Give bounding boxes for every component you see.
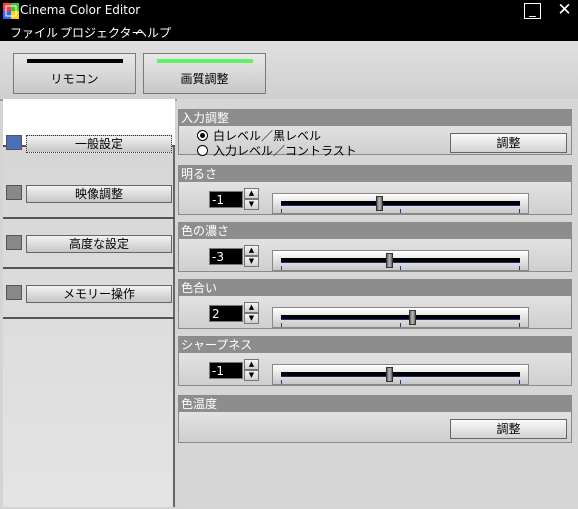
increment-icon[interactable]: ▲: [244, 302, 259, 313]
slider-thumb[interactable]: [386, 253, 393, 268]
brightness-section: 明るさ -1 ▲ ▼: [178, 165, 572, 215]
slider-tick: [519, 209, 520, 213]
minimize-button[interactable]: _: [524, 3, 541, 19]
slider-track: [281, 201, 520, 206]
nav-item-video: 映像調整: [3, 171, 175, 219]
input-adjust-header: 入力調整: [179, 110, 571, 126]
slider-tick: [281, 323, 282, 327]
color-temp-adjust-button[interactable]: 調整: [450, 419, 567, 439]
color-density-slider[interactable]: [272, 250, 529, 271]
tint-section: 色合い 2 ▲ ▼: [178, 279, 572, 329]
nav-panel: 一般設定 映像調整 高度な設定 メモリー操作: [3, 99, 175, 507]
color-temp-section: 色温度 調整: [178, 395, 572, 443]
radio-label: 白レベル／黒レベル: [213, 129, 322, 143]
nav-indicator: [6, 135, 22, 150]
mode-picture-label: 画質調整: [180, 72, 229, 86]
radio-label: 入力レベル／コントラスト: [213, 144, 357, 158]
mode-remote-indicator: [27, 59, 123, 63]
slider-tick: [519, 323, 520, 327]
nav-advanced-button[interactable]: 高度な設定: [26, 235, 172, 253]
sharpness-header: シャープネス: [179, 337, 571, 353]
color-density-header: 色の濃さ: [179, 223, 571, 239]
mode-picture-indicator: [157, 59, 253, 63]
slider-tick: [281, 380, 282, 384]
slider-track: [281, 372, 520, 377]
slider-track: [281, 315, 520, 320]
brightness-slider[interactable]: [272, 193, 529, 214]
increment-icon[interactable]: ▲: [244, 188, 259, 199]
slider-thumb[interactable]: [409, 310, 416, 325]
decrement-icon[interactable]: ▼: [244, 256, 259, 267]
input-adjust-section: 入力調整 白レベル／黒レベル 入力レベル／コントラスト 調整: [178, 109, 572, 158]
nav-memory-button[interactable]: メモリー操作: [26, 285, 172, 303]
sharpness-value[interactable]: -1: [209, 362, 243, 379]
increment-icon[interactable]: ▲: [244, 359, 259, 370]
nav-indicator: [6, 235, 22, 250]
radio-input-level-contrast[interactable]: 入力レベル／コントラスト: [197, 142, 357, 159]
decrement-icon[interactable]: ▼: [244, 370, 259, 381]
brightness-header: 明るさ: [179, 166, 571, 182]
title-bar: Cinema Color Editor _ ✕: [0, 0, 578, 22]
app-icon: [3, 3, 19, 19]
nav-item-general: 一般設定: [3, 99, 175, 153]
slider-tick: [400, 266, 401, 270]
menu-file[interactable]: ファイル: [10, 24, 58, 41]
slider-tick: [400, 209, 401, 213]
tint-value[interactable]: 2: [209, 305, 243, 322]
slider-tick: [519, 380, 520, 384]
slider-thumb[interactable]: [386, 367, 393, 382]
sharpness-slider[interactable]: [272, 364, 529, 385]
radio-selected-icon: [197, 130, 208, 141]
tint-slider[interactable]: [272, 307, 529, 328]
slider-thumb[interactable]: [376, 196, 383, 211]
slider-track: [281, 258, 520, 263]
close-button[interactable]: ✕: [556, 2, 573, 19]
mode-picture-button[interactable]: 画質調整: [143, 53, 266, 94]
color-density-section: 色の濃さ -3 ▲ ▼: [178, 222, 572, 272]
menu-help[interactable]: ヘルプ: [135, 24, 171, 41]
brightness-value[interactable]: -1: [209, 191, 243, 208]
slider-tick: [400, 323, 401, 327]
decrement-icon[interactable]: ▼: [244, 199, 259, 210]
settings-panel: 入力調整 白レベル／黒レベル 入力レベル／コントラスト 調整 明るさ -1 ▲ ▼: [177, 99, 578, 507]
menu-bar: ファイル プロジェクター ヘルプ: [0, 22, 578, 41]
mode-remote-label: リモコン: [50, 72, 99, 86]
sharpness-section: シャープネス -1 ▲ ▼: [178, 336, 572, 386]
app-window: Cinema Color Editor _ ✕ ファイル プロジェクター ヘルプ…: [0, 0, 578, 509]
nav-video-button[interactable]: 映像調整: [26, 185, 172, 203]
menu-projector[interactable]: プロジェクター: [60, 24, 144, 41]
nav-item-advanced: 高度な設定: [3, 221, 175, 269]
color-density-value[interactable]: -3: [209, 248, 243, 265]
increment-icon[interactable]: ▲: [244, 245, 259, 256]
slider-tick: [400, 380, 401, 384]
input-adjust-button[interactable]: 調整: [450, 133, 567, 153]
nav-indicator: [6, 285, 22, 300]
decrement-icon[interactable]: ▼: [244, 313, 259, 324]
tint-header: 色合い: [179, 280, 571, 296]
slider-tick: [519, 266, 520, 270]
nav-item-memory: メモリー操作: [3, 271, 175, 319]
mode-bar: リモコン 画質調整: [0, 41, 578, 101]
radio-icon: [197, 145, 208, 156]
slider-tick: [281, 266, 282, 270]
slider-tick: [281, 209, 282, 213]
window-title: Cinema Color Editor: [20, 3, 141, 17]
color-temp-header: 色温度: [179, 396, 571, 412]
mode-remote-button[interactable]: リモコン: [13, 53, 136, 94]
nav-indicator: [6, 185, 22, 200]
nav-general-button[interactable]: 一般設定: [26, 135, 172, 153]
